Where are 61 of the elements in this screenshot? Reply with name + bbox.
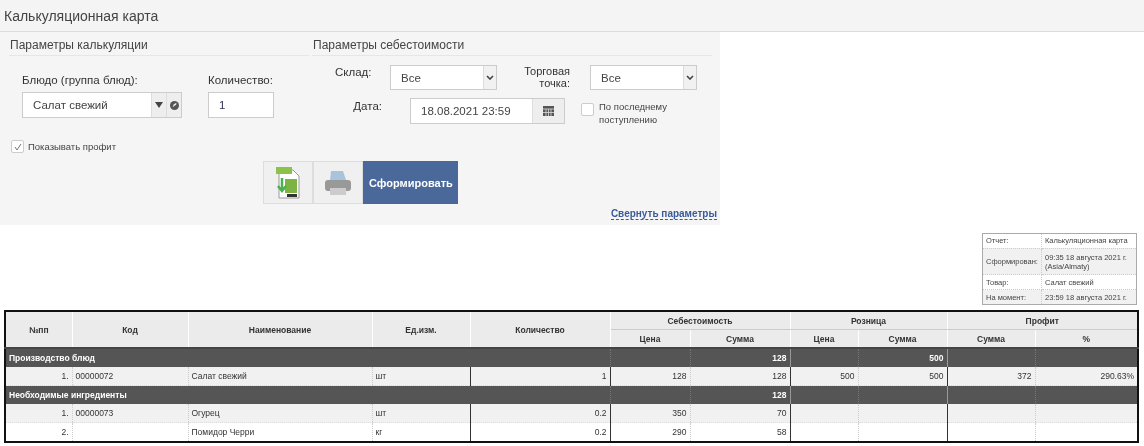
field-label: Блюдо (группа блюд):	[22, 74, 139, 86]
table-cell: шт	[372, 404, 470, 423]
edit-icon	[169, 100, 179, 110]
dish-select[interactable]: Салат свежий	[22, 92, 182, 118]
table-cell: кг	[372, 422, 470, 442]
table-cell: 128	[610, 367, 690, 386]
checkbox-label: Показывать профит	[28, 141, 116, 152]
table-cell: 1.	[5, 404, 72, 423]
table-cell: 500	[790, 367, 858, 386]
column-group-header: Профит	[947, 311, 1138, 330]
page-title: Калькуляционная карта	[4, 7, 159, 24]
table-cell: 00000072	[72, 367, 188, 386]
field-label: Склад:	[335, 65, 373, 78]
table-cell: 372	[947, 367, 1035, 386]
field-label: Количество:	[208, 74, 274, 86]
collapse-parameters-link[interactable]: Свернуть параметры	[610, 208, 717, 220]
column-header: №пп	[5, 311, 72, 348]
column-header: Количество	[470, 311, 610, 348]
column-group-header: Себестоимость	[610, 311, 790, 330]
table-cell: 70	[690, 404, 790, 423]
generate-button[interactable]: Сформировать	[363, 161, 458, 204]
section-heading: Параметры калькуляции	[10, 38, 148, 52]
chevron-icon	[486, 75, 494, 80]
excel-export-button[interactable]	[263, 161, 313, 204]
checkbox[interactable]	[11, 140, 24, 153]
checkbox[interactable]	[581, 103, 594, 116]
column-header: Код	[72, 311, 188, 348]
field-label: Дата:	[352, 99, 382, 112]
check-icon	[13, 142, 22, 151]
column-header: Ед.изм.	[372, 311, 470, 348]
date-field[interactable]: 18.08.2021 23:59	[410, 98, 565, 124]
checkbox-label: По последнему поступлению	[599, 100, 668, 126]
table-cell: 290.63%	[1035, 367, 1138, 386]
table-cell: Огурец	[188, 404, 372, 423]
caret-icon	[155, 102, 163, 108]
field-label: Торговая точка:	[523, 65, 570, 89]
table-cell: 290	[610, 422, 690, 442]
table-cell: 2.	[5, 422, 72, 442]
print-button[interactable]	[313, 161, 363, 204]
table-cell: 00000073	[72, 404, 188, 423]
outlet-select[interactable]: Все	[590, 65, 697, 90]
chevron-icon	[686, 75, 694, 80]
table-cell: 1	[470, 367, 610, 386]
table-cell: шт	[372, 367, 470, 386]
column-header: Наименование	[188, 311, 372, 348]
table-cell: 500	[858, 367, 947, 386]
calendar-icon	[543, 106, 554, 116]
section-heading: Параметры себестоимости	[313, 38, 465, 52]
excel-file-icon	[275, 165, 301, 200]
printer-icon	[324, 169, 352, 196]
table-cell: 0.2	[470, 422, 610, 442]
table-cell: 1.	[5, 367, 72, 386]
table-cell: 58	[690, 422, 790, 442]
table-cell: Помидор Черри	[188, 422, 372, 442]
column-group-header: Розница	[790, 311, 947, 330]
table-cell: Салат свежий	[188, 367, 372, 386]
table-cell: 350	[610, 404, 690, 423]
quantity-input[interactable]: 1	[208, 92, 274, 118]
table-cell: 128	[690, 367, 790, 386]
warehouse-select[interactable]: Все	[390, 65, 497, 90]
table-cell: 0.2	[470, 404, 610, 423]
